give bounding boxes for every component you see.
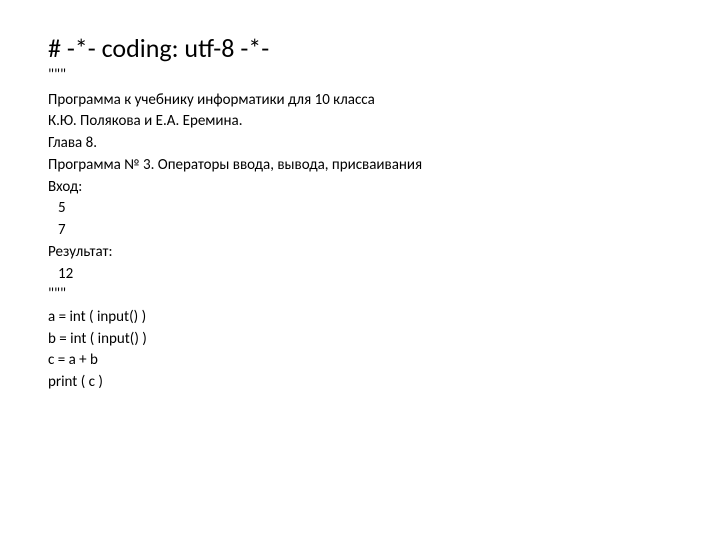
doc-line: Программа к учебнику информатики для 10 … [48, 90, 672, 112]
code-block: a = int ( input() ) b = int ( input() ) … [48, 307, 672, 394]
code-line: c = a + b [48, 350, 672, 372]
docstring-body: Программа к учебнику информатики для 10 … [48, 90, 672, 286]
doc-line: Вход: [48, 177, 672, 199]
docstring-open: """ [48, 66, 672, 86]
code-line: a = int ( input() ) [48, 307, 672, 329]
doc-input-value: 5 [48, 198, 672, 220]
code-line: print ( c ) [48, 372, 672, 394]
docstring-close: """ [48, 285, 672, 305]
doc-input-value: 7 [48, 220, 672, 242]
doc-line: Результат: [48, 242, 672, 264]
doc-line: Глава 8. [48, 133, 672, 155]
doc-line: К.Ю. Полякова и Е.А. Еремина. [48, 111, 672, 133]
doc-line: Программа № 3. Операторы ввода, вывода, … [48, 155, 672, 177]
code-line: b = int ( input() ) [48, 329, 672, 351]
doc-output-value: 12 [48, 264, 672, 286]
coding-declaration: # -*- coding: utf-8 -*- [48, 32, 672, 64]
